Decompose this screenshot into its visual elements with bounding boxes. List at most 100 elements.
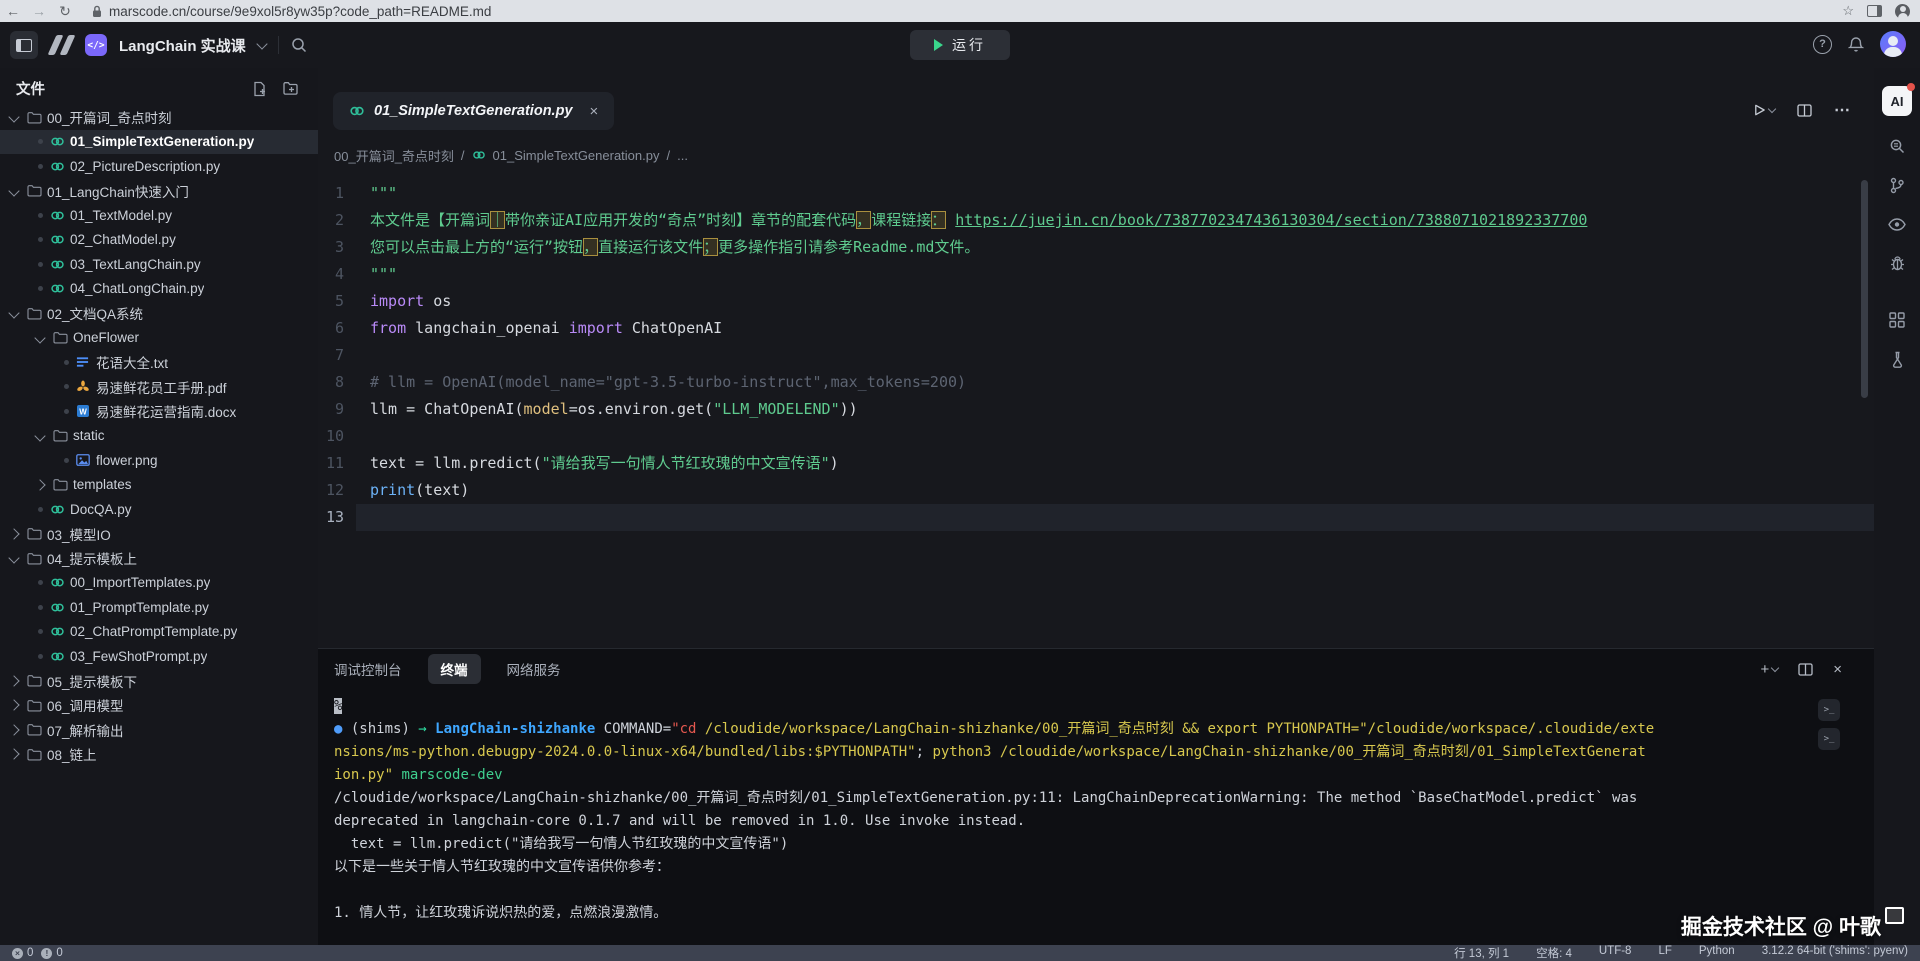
new-terminal-button[interactable]: + bbox=[1760, 661, 1778, 678]
code-editor[interactable]: 1"""2本文件是【开篇词｜带你亲证AI应用开发的“奇点”时刻】章节的配套代码，… bbox=[318, 166, 1874, 662]
toggle-sidebar-button[interactable] bbox=[10, 31, 38, 59]
errors-indicator[interactable]: ×0 bbox=[12, 947, 33, 959]
close-panel-icon[interactable]: × bbox=[1833, 661, 1842, 678]
file-tree-item[interactable]: flower.png bbox=[0, 448, 318, 473]
breadcrumb-more[interactable]: ... bbox=[677, 148, 688, 163]
file-tree-item[interactable]: 04_提示模板上 bbox=[0, 546, 318, 571]
file-tree-item[interactable]: 02_PictureDescription.py bbox=[0, 154, 318, 179]
status-item[interactable]: UTF-8 bbox=[1599, 945, 1632, 961]
status-item[interactable]: 行 13, 列 1 bbox=[1454, 945, 1509, 961]
file-tree-item[interactable]: 花语大全.txt bbox=[0, 350, 318, 375]
status-item[interactable]: 3.12.2 64-bit ('shims': pyenv) bbox=[1762, 945, 1908, 961]
file-tree-item[interactable]: 03_FewShotPrompt.py bbox=[0, 644, 318, 669]
file-tree-item[interactable]: 00_ImportTemplates.py bbox=[0, 571, 318, 596]
tab-network-service[interactable]: 网络服务 bbox=[507, 659, 561, 679]
flask-icon[interactable] bbox=[1890, 350, 1905, 368]
warnings-indicator[interactable]: !0 bbox=[41, 947, 62, 959]
file-tree-item[interactable]: 00_开篇词_奇点时刻 bbox=[0, 105, 318, 130]
breadcrumb-folder[interactable]: 00_开篇词_奇点时刻 bbox=[334, 146, 454, 165]
run-file-button[interactable] bbox=[1753, 103, 1775, 117]
tab-terminal[interactable]: 终端 bbox=[428, 654, 481, 684]
new-file-icon[interactable] bbox=[252, 81, 267, 97]
file-tree-item[interactable]: 02_ChatPromptTemplate.py bbox=[0, 620, 318, 645]
project-chevron-down-icon[interactable] bbox=[256, 38, 267, 49]
code-line[interactable]: 7 bbox=[318, 342, 1874, 369]
bookmark-star-icon[interactable]: ☆ bbox=[1842, 3, 1854, 19]
file-tree-item[interactable]: 03_TextLangChain.py bbox=[0, 252, 318, 277]
code-line[interactable]: 3您可以点击最上方的“运行”按钮，直接运行该文件；更多操作指引请参考Readme… bbox=[318, 234, 1874, 261]
file-tree-item[interactable]: 01_PromptTemplate.py bbox=[0, 595, 318, 620]
file-tree-item[interactable]: 02_ChatModel.py bbox=[0, 228, 318, 253]
file-tree-item[interactable]: 08_链上 bbox=[0, 742, 318, 767]
folder-icon bbox=[27, 184, 47, 197]
status-item[interactable]: 空格: 4 bbox=[1536, 945, 1572, 961]
file-tree-item[interactable]: templates bbox=[0, 473, 318, 498]
file-tree-item[interactable]: OneFlower bbox=[0, 326, 318, 351]
tab-debug-console[interactable]: 调试控制台 bbox=[334, 659, 402, 679]
run-button[interactable]: 运行 bbox=[910, 30, 1010, 60]
editor-scrollbar[interactable] bbox=[1861, 180, 1868, 398]
browser-profile-avatar[interactable] bbox=[1895, 4, 1910, 19]
split-terminal-icon[interactable] bbox=[1798, 663, 1813, 676]
breadcrumb[interactable]: 00_开篇词_奇点时刻 / 01_SimpleTextGeneration.py… bbox=[334, 144, 688, 166]
side-panel-icon[interactable] bbox=[1867, 5, 1882, 17]
marscode-logo[interactable] bbox=[52, 35, 71, 55]
file-tree-item[interactable]: static bbox=[0, 424, 318, 449]
split-editor-icon[interactable] bbox=[1797, 104, 1812, 117]
code-line[interactable]: 10 bbox=[318, 423, 1874, 450]
file-tree-item[interactable]: 01_TextModel.py bbox=[0, 203, 318, 228]
code-line[interactable]: 9llm = ChatOpenAI(model=os.environ.get("… bbox=[318, 396, 1874, 423]
code-line[interactable]: 12print(text) bbox=[318, 477, 1874, 504]
bug-icon[interactable] bbox=[1890, 254, 1905, 272]
more-actions-icon[interactable]: ⋯ bbox=[1834, 100, 1852, 120]
new-folder-icon[interactable] bbox=[283, 81, 300, 96]
code-line[interactable]: 4""" bbox=[318, 261, 1874, 288]
editor-tab[interactable]: 01_SimpleTextGeneration.py × bbox=[333, 92, 614, 130]
browser-back-icon[interactable]: ← bbox=[0, 0, 26, 22]
file-tree-item[interactable]: W易速鲜花运营指南.docx bbox=[0, 399, 318, 424]
terminal-output[interactable]: %● (shims) → LangChain-shizhanke COMMAND… bbox=[318, 689, 1874, 925]
terminal-session-icon[interactable]: >_ bbox=[1818, 728, 1840, 750]
file-tree-item[interactable]: 01_SimpleTextGeneration.py bbox=[0, 130, 318, 155]
git-branch-icon[interactable] bbox=[1889, 176, 1905, 194]
file-tree-item[interactable]: 01_LangChain快速入门 bbox=[0, 179, 318, 204]
status-item[interactable]: Python bbox=[1699, 945, 1735, 961]
file-tree-item[interactable]: 04_ChatLongChain.py bbox=[0, 277, 318, 302]
tab-close-icon[interactable]: × bbox=[590, 103, 599, 120]
file-tree-item[interactable]: DocQA.py bbox=[0, 497, 318, 522]
file-tree-item[interactable]: 06_调用模型 bbox=[0, 693, 318, 718]
eye-icon[interactable] bbox=[1888, 215, 1906, 233]
address-bar[interactable]: marscode.cn/course/9e9xol5r8yw35p?code_p… bbox=[92, 4, 1842, 19]
breadcrumb-file[interactable]: 01_SimpleTextGeneration.py bbox=[493, 148, 660, 163]
search-icon[interactable] bbox=[291, 37, 307, 53]
project-title[interactable]: LangChain 实战课 bbox=[119, 35, 246, 56]
code-line[interactable]: 1""" bbox=[318, 180, 1874, 207]
status-item[interactable]: LF bbox=[1658, 945, 1671, 961]
ai-assistant-icon[interactable]: AI bbox=[1882, 86, 1912, 116]
code-line[interactable]: 13 bbox=[318, 504, 1874, 531]
activity-bar: AI bbox=[1874, 68, 1920, 945]
browser-forward-icon[interactable]: → bbox=[26, 0, 52, 22]
terminal-session-icon[interactable]: >_ bbox=[1818, 699, 1840, 721]
code-line[interactable]: 11text = llm.predict("请给我写一句情人节红玫瑰的中文宣传语… bbox=[318, 450, 1874, 477]
code-line[interactable]: 8# llm = OpenAI(model_name="gpt-3.5-turb… bbox=[318, 369, 1874, 396]
chevron-right-icon bbox=[8, 528, 19, 539]
grid-icon[interactable] bbox=[1889, 311, 1905, 329]
svg-text:W: W bbox=[79, 408, 87, 417]
notification-bell-icon[interactable] bbox=[1848, 36, 1864, 53]
help-icon[interactable]: ? bbox=[1813, 35, 1832, 54]
file-search-icon[interactable] bbox=[1889, 137, 1906, 155]
file-tree-item[interactable]: 07_解析输出 bbox=[0, 718, 318, 743]
code-line[interactable]: 2本文件是【开篇词｜带你亲证AI应用开发的“奇点”时刻】章节的配套代码，课程链接… bbox=[318, 207, 1874, 234]
code-line[interactable]: 6from langchain_openai import ChatOpenAI bbox=[318, 315, 1874, 342]
browser-refresh-icon[interactable]: ↻ bbox=[52, 0, 78, 22]
file-tree-item[interactable]: 易速鲜花员工手册.pdf bbox=[0, 375, 318, 400]
play-icon bbox=[934, 39, 943, 51]
file-tree-item[interactable]: 03_模型IO bbox=[0, 522, 318, 547]
folder-icon bbox=[53, 478, 73, 491]
file-dot-icon bbox=[64, 360, 69, 365]
file-tree-item[interactable]: 05_提示模板下 bbox=[0, 669, 318, 694]
user-avatar[interactable] bbox=[1880, 31, 1906, 57]
file-tree-item[interactable]: 02_文档QA系统 bbox=[0, 301, 318, 326]
code-line[interactable]: 5import os bbox=[318, 288, 1874, 315]
